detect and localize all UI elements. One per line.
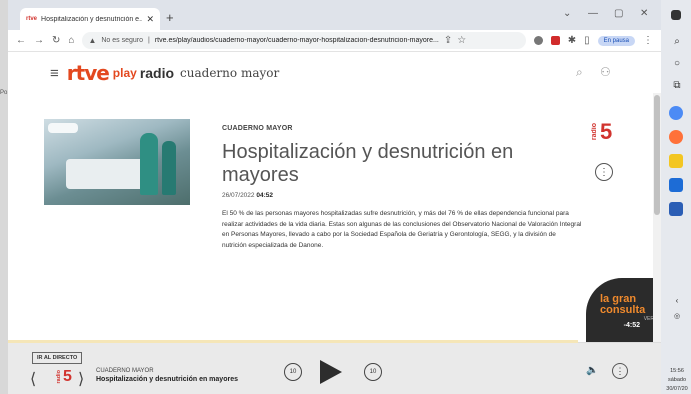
radio5-number: 5 <box>600 119 613 144</box>
skip-forward-label: 10 <box>369 369 377 375</box>
warning-icon: ▲ <box>88 36 97 45</box>
browser-toolbar: ← → ↻ ⌂ ▲ No es seguro | rtve.es/play/au… <box>8 30 661 52</box>
badge-line2: consulta <box>600 304 646 316</box>
chevron-right-icon[interactable]: ⟩ <box>78 369 84 389</box>
extension-icon[interactable] <box>533 36 543 45</box>
chevron-up-icon[interactable]: ‹ <box>663 296 691 305</box>
security-warning-label: No es seguro <box>101 37 143 44</box>
player-kicker: CUADERNO MAYOR <box>96 368 154 374</box>
more-options-button[interactable]: ⋮ <box>595 163 613 181</box>
tab-strip: rtve Hospitalización y desnutrición e...… <box>8 0 661 30</box>
windows-taskbar: ⌕ ○ ⧉ ‹ ◎ 15:56 sábado 30/07/20 <box>661 0 691 394</box>
volume-icon[interactable]: 🔈 <box>586 365 598 376</box>
clock-day[interactable]: sábado <box>663 377 691 383</box>
close-window-button[interactable]: ✕ <box>640 8 648 19</box>
site-header: ≡ rtve play radio cuaderno mayor ⌕ ⚇ <box>8 53 661 93</box>
tab-search-icon[interactable]: ⌄ <box>563 8 571 19</box>
skip-forward-10-button[interactable]: 10 <box>364 363 382 381</box>
separator: | <box>148 37 150 44</box>
bookmark-star-icon[interactable]: ☆ <box>457 35 466 46</box>
audio-player: IR AL DIRECTO ⟨ radio 5 ⟩ CUADERNO MAYOR… <box>8 340 661 394</box>
cortana-icon[interactable]: ○ <box>663 58 691 69</box>
radio5-logo[interactable]: radio 5 <box>591 119 612 145</box>
side-panel-icon[interactable]: ▯ <box>584 35 590 46</box>
radio-logo: radio <box>139 65 175 81</box>
rtve-logo[interactable]: rtve <box>67 61 110 85</box>
thumbnail-staff <box>162 141 176 195</box>
thumbnail-lamp <box>48 123 78 133</box>
user-icon[interactable]: ⚇ <box>600 65 611 79</box>
windows-start-icon[interactable] <box>671 10 681 20</box>
back-arrow-icon[interactable]: ← <box>16 35 26 46</box>
network-icon[interactable]: ◎ <box>663 312 691 320</box>
search-icon[interactable]: ⌕ <box>576 65 583 80</box>
clock-date[interactable]: 30/07/20 <box>663 386 691 392</box>
clock-time[interactable]: 15:56 <box>663 368 691 374</box>
task-view-icon[interactable]: ⧉ <box>663 80 691 91</box>
episode-title: Hospitalización y desnutrición en mayore… <box>222 141 514 186</box>
firefox-taskbar-icon[interactable] <box>669 130 683 144</box>
la-gran-consulta-badge[interactable]: la gran consulta VER -4:52 <box>586 278 658 344</box>
profile-paused-button[interactable]: En pausa <box>597 35 635 46</box>
chrome-taskbar-icon[interactable] <box>669 106 683 120</box>
episode-description: El 50 % de las personas mayores hospital… <box>222 210 582 249</box>
episode-kicker[interactable]: CUADERNO MAYOR <box>222 125 293 132</box>
radio5-radio-label: radio <box>591 123 598 141</box>
date-value: 26/07/2022 <box>222 192 255 199</box>
reload-icon[interactable]: ↻ <box>52 35 60 46</box>
extensions-puzzle-icon[interactable]: ✱ <box>568 35 576 46</box>
browser-tab[interactable]: rtve Hospitalización y desnutrición e...… <box>20 8 160 30</box>
address-bar[interactable]: ▲ No es seguro | rtve.es/play/audios/cua… <box>82 32 526 49</box>
tab-title: Hospitalización y desnutrición e... <box>41 15 143 23</box>
scrollbar-thumb[interactable] <box>654 95 660 215</box>
skip-back-label: 10 <box>289 369 297 375</box>
left-strip-text: Po <box>0 90 8 96</box>
skip-back-10-button[interactable]: 10 <box>284 363 302 381</box>
pdf-extension-icon[interactable] <box>550 36 560 45</box>
chevron-left-icon[interactable]: ⟨ <box>30 369 36 389</box>
player-station-number: 5 <box>63 368 72 385</box>
share-icon[interactable]: ⇪ <box>444 35 452 46</box>
file-explorer-icon[interactable] <box>669 154 683 168</box>
hamburger-menu-icon[interactable]: ≡ <box>50 65 59 82</box>
word-taskbar-icon[interactable] <box>669 202 683 216</box>
app-taskbar-icon[interactable] <box>669 178 683 192</box>
thumbnail-staff <box>140 133 158 195</box>
episode-thumbnail[interactable] <box>44 119 190 205</box>
episode-date: 26/07/2022 04:52 <box>222 192 273 199</box>
minimize-button[interactable]: — <box>588 8 598 19</box>
play-logo: play <box>112 66 137 80</box>
page-scrollbar[interactable] <box>653 93 661 343</box>
browser-window: rtve Hospitalización y desnutrición e...… <box>8 0 661 394</box>
browser-menu-icon[interactable]: ⋮ <box>643 35 653 46</box>
new-tab-button[interactable]: + <box>166 10 174 25</box>
program-name[interactable]: cuaderno mayor <box>180 66 279 80</box>
badge-time: -4:52 <box>623 322 640 329</box>
play-button[interactable] <box>320 360 342 384</box>
home-icon[interactable]: ⌂ <box>68 35 74 46</box>
close-tab-icon[interactable]: ✕ <box>146 14 154 25</box>
maximize-button[interactable]: ▢ <box>614 8 623 19</box>
search-taskbar-icon[interactable]: ⌕ <box>663 36 691 47</box>
url-text: rtve.es/play/audios/cuaderno-mayor/cuade… <box>154 37 439 44</box>
player-title: Hospitalización y desnutrición en mayore… <box>96 376 238 383</box>
player-radio-label: radio <box>56 370 62 384</box>
rtve-favicon-icon: rtve <box>26 16 38 22</box>
duration-value: 04:52 <box>256 192 273 199</box>
player-radio5-logo: radio 5 <box>56 368 72 386</box>
player-progress-bar[interactable] <box>8 340 578 343</box>
forward-arrow-icon[interactable]: → <box>34 35 44 46</box>
left-desktop-strip: Po <box>0 0 8 394</box>
live-button[interactable]: IR AL DIRECTO <box>32 352 83 364</box>
player-more-button[interactable]: ⋮ <box>612 363 628 379</box>
